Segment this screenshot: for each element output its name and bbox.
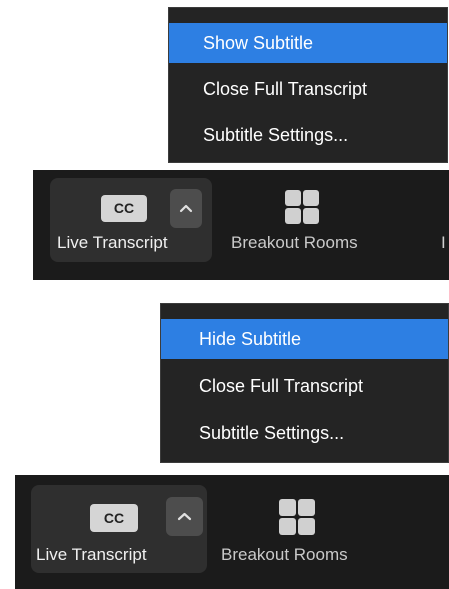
live-transcript-label: Live Transcript	[36, 545, 147, 564]
grid-icon	[285, 190, 319, 224]
breakout-rooms-button[interactable]: Breakout Rooms	[221, 178, 391, 262]
closed-caption-icon: CC	[101, 195, 147, 222]
menu-item-subtitle-settings[interactable]: Subtitle Settings...	[169, 115, 447, 155]
menu-item-close-full-transcript[interactable]: Close Full Transcript	[161, 366, 448, 406]
closed-caption-icon: CC	[90, 504, 138, 532]
live-transcript-label: Live Transcript	[57, 233, 168, 252]
menu-item-hide-subtitle[interactable]: Hide Subtitle	[161, 319, 448, 359]
meeting-toolbar: CC Live Transcript Breakout Rooms I	[33, 170, 449, 280]
menu-item-subtitle-settings[interactable]: Subtitle Settings...	[161, 413, 448, 453]
zoom-panel-bottom: Hide Subtitle Close Full Transcript Subt…	[0, 295, 449, 589]
subtitle-menu: Hide Subtitle Close Full Transcript Subt…	[160, 303, 449, 463]
menu-item-close-full-transcript[interactable]: Close Full Transcript	[169, 69, 447, 109]
chevron-up-icon	[179, 204, 193, 213]
breakout-rooms-button[interactable]: Breakout Rooms	[215, 485, 395, 573]
subtitle-menu: Show Subtitle Close Full Transcript Subt…	[168, 7, 448, 163]
grid-icon	[279, 499, 315, 535]
truncated-toolbar-item: I	[441, 233, 446, 252]
zoom-panel-top: Show Subtitle Close Full Transcript Subt…	[0, 0, 449, 295]
breakout-rooms-label: Breakout Rooms	[221, 545, 348, 564]
chevron-up-icon	[177, 512, 192, 521]
live-transcript-button[interactable]: CC Live Transcript	[50, 178, 212, 262]
live-transcript-options-button[interactable]	[170, 189, 202, 228]
live-transcript-button[interactable]: CC Live Transcript	[31, 485, 207, 573]
live-transcript-options-button[interactable]	[166, 497, 203, 536]
breakout-rooms-label: Breakout Rooms	[231, 233, 358, 252]
meeting-toolbar: CC Live Transcript Breakout Rooms	[15, 475, 449, 589]
menu-item-show-subtitle[interactable]: Show Subtitle	[169, 23, 447, 63]
